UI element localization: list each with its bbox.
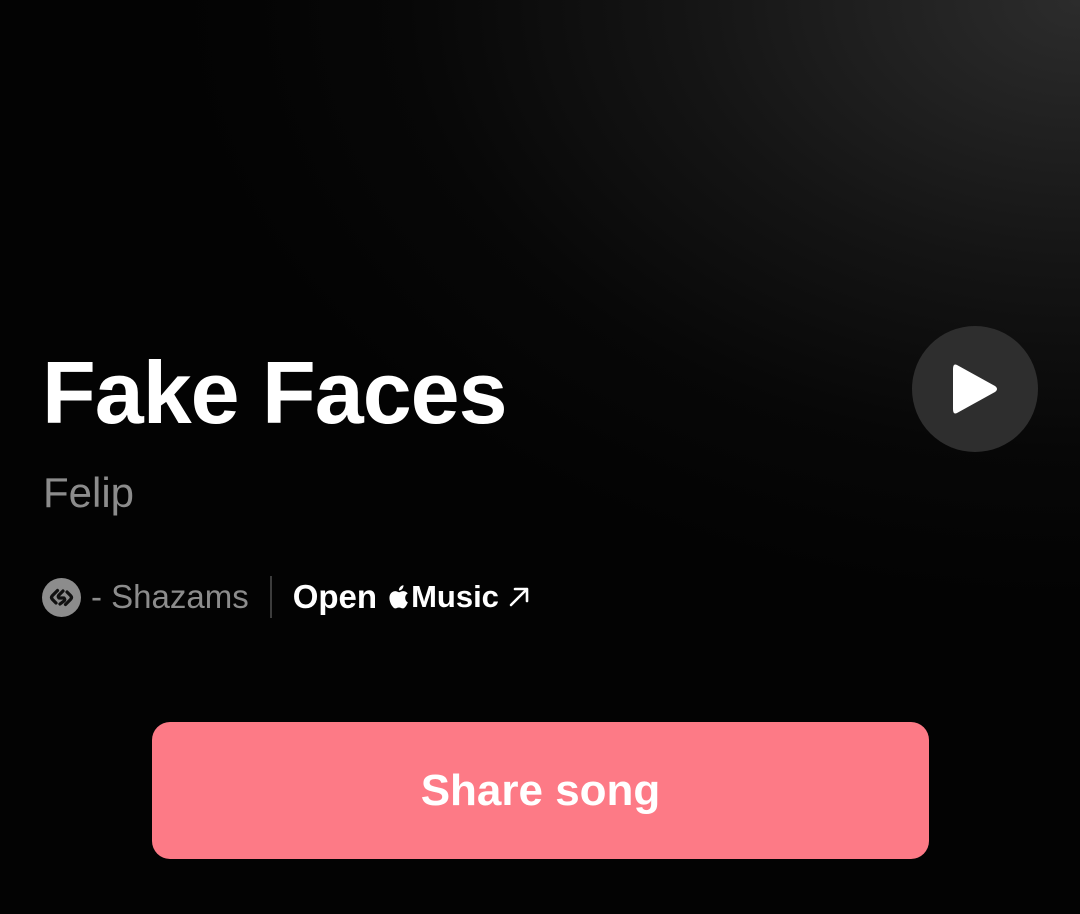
open-apple-music-link[interactable]: Open Music <box>293 577 531 617</box>
play-icon <box>953 364 997 414</box>
shazam-logo-icon <box>42 577 81 617</box>
share-song-label: Share song <box>420 765 661 815</box>
share-song-button[interactable]: Share song <box>152 722 929 859</box>
divider <box>269 576 272 618</box>
music-label: Music <box>411 579 499 614</box>
play-button[interactable] <box>912 326 1038 452</box>
shazam-count: - Shazams <box>91 578 249 615</box>
song-meta-row: - Shazams Open Music <box>42 574 531 620</box>
artist-name[interactable]: Felip <box>43 466 134 520</box>
apple-logo-icon <box>387 584 409 610</box>
open-label: Open <box>292 578 378 615</box>
song-title: Fake Faces <box>42 343 508 442</box>
arrow-up-right-icon <box>507 585 531 609</box>
